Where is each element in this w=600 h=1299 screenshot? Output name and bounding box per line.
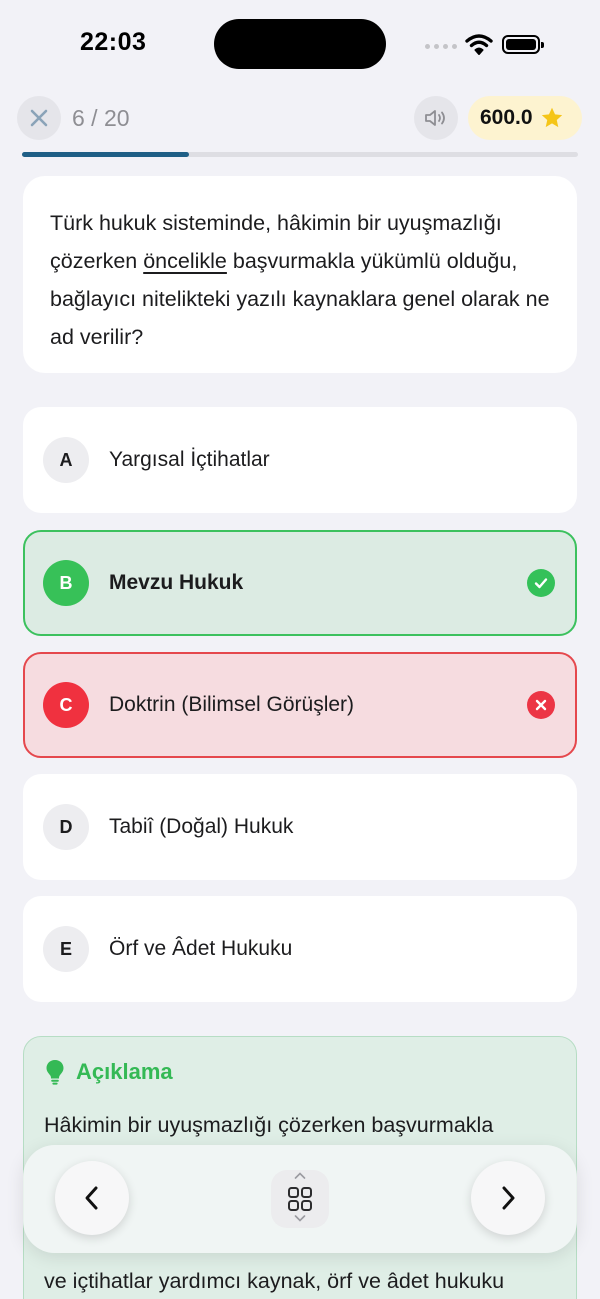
close-icon [30, 109, 48, 127]
option-text: Yargısal İçtihatlar [109, 448, 270, 471]
explanation-title: Açıklama [76, 1059, 173, 1084]
sound-button[interactable] [414, 96, 458, 140]
option-e[interactable]: E Örf ve Âdet Hukuku [23, 896, 577, 1002]
question-emphasis: öncelikle [143, 249, 227, 273]
explanation-line: ve içtihatlar yardımcı kaynak, örf ve âd… [44, 1269, 505, 1293]
correct-check-icon [527, 569, 555, 597]
option-d[interactable]: D Tabiî (Doğal) Hukuk [23, 774, 577, 880]
lightbulb-icon [46, 1060, 64, 1085]
wrong-x-icon [527, 691, 555, 719]
chevron-down-icon [294, 1215, 306, 1222]
speaker-icon [425, 110, 445, 126]
option-letter: C [43, 682, 89, 728]
question-text: Türk hukuk sisteminde, hâkimin bir uyuşm… [50, 204, 551, 356]
option-letter: A [43, 437, 89, 483]
next-button[interactable] [471, 1161, 545, 1235]
explanation-header: Açıklama [44, 1059, 556, 1085]
progress-bar-fill [22, 152, 189, 157]
option-text: Tabiî (Doğal) Hukuk [109, 815, 294, 838]
battery-icon [502, 35, 544, 54]
status-time: 22:03 [80, 28, 147, 56]
cellular-dots-icon [425, 44, 457, 49]
option-b[interactable]: B Mevzu Hukuk [23, 530, 577, 636]
option-letter: E [43, 926, 89, 972]
star-icon [541, 107, 562, 128]
option-letter: D [43, 804, 89, 850]
score-badge: 600.0 [468, 96, 582, 140]
question-card: Türk hukuk sisteminde, hâkimin bir uyuşm… [23, 176, 577, 373]
chevron-up-icon [294, 1172, 306, 1179]
dynamic-island [214, 19, 386, 69]
option-c[interactable]: C Doktrin (Bilimsel Görüşler) [23, 652, 577, 758]
option-text: Örf ve Âdet Hukuku [109, 937, 293, 960]
chevron-left-icon [85, 1186, 98, 1210]
option-text: Doktrin (Bilimsel Görüşler) [109, 693, 355, 716]
grid-icon [288, 1187, 312, 1211]
option-a[interactable]: A Yargısal İçtihatlar [23, 407, 577, 513]
question-counter: 6 / 20 [72, 105, 130, 131]
score-value: 600.0 [480, 106, 533, 129]
chevron-right-icon [502, 1186, 515, 1210]
status-bar: 22:03 [0, 0, 600, 90]
explanation-line: Hâkimin bir uyuşmazlığı çözerken başvurm… [44, 1113, 494, 1137]
wifi-icon [465, 34, 493, 55]
bottom-nav-bar [23, 1145, 577, 1253]
previous-button[interactable] [55, 1161, 129, 1235]
option-text: Mevzu Hukuk [109, 571, 244, 594]
option-letter: B [43, 560, 89, 606]
quiz-header: 6 / 20 600.0 [0, 96, 600, 140]
close-button[interactable] [17, 96, 61, 140]
progress-bar [22, 152, 578, 157]
